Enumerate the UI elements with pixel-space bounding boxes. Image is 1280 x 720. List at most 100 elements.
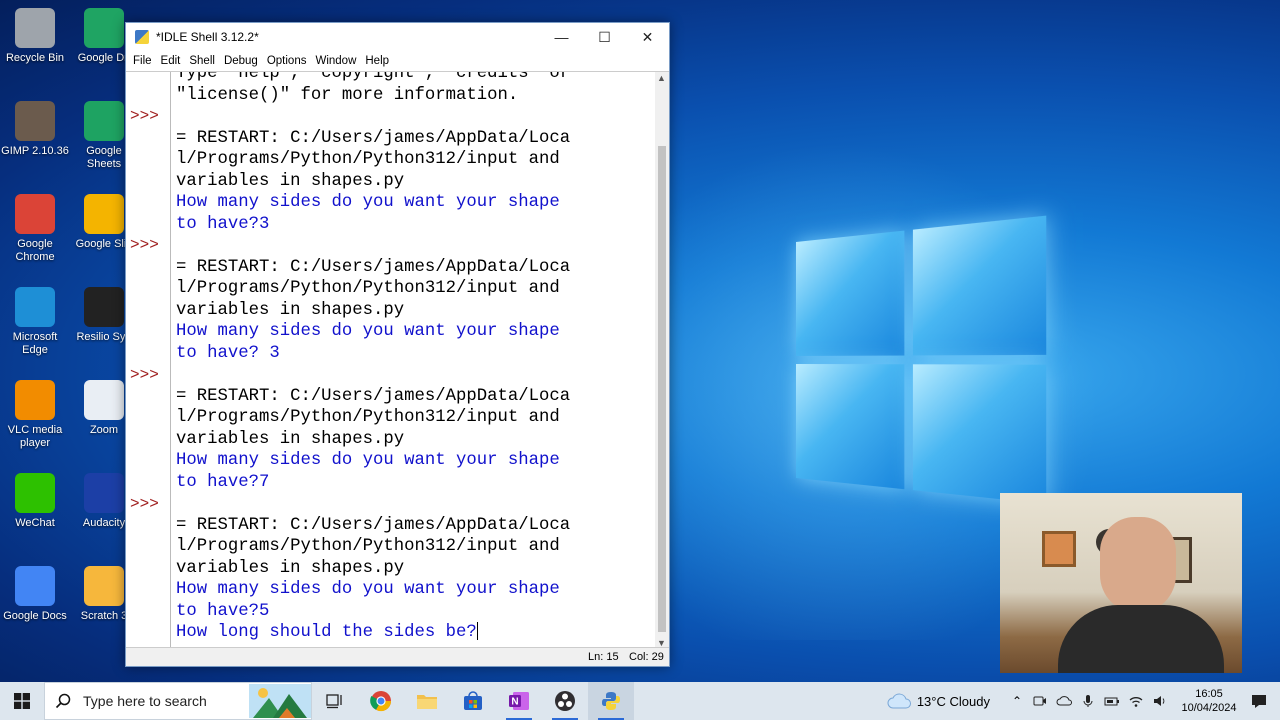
wall-picture bbox=[1042, 531, 1076, 567]
windows-start-icon bbox=[14, 693, 30, 709]
desktop-icon-label: Google Docs bbox=[3, 610, 67, 622]
shell-output-line: variables in shapes.py bbox=[176, 300, 405, 320]
notifications-icon[interactable] bbox=[1250, 692, 1268, 710]
desktop-icon-label: VLC media player bbox=[7, 424, 63, 449]
shell-output[interactable]: Type "help", "copyright", "credits" or "l… bbox=[176, 72, 654, 649]
menu-file[interactable]: File bbox=[130, 55, 158, 67]
vertical-scrollbar[interactable]: ▲ ▼ bbox=[655, 72, 669, 649]
task-view-icon bbox=[326, 694, 342, 709]
obs-icon bbox=[555, 691, 575, 711]
menu-shell[interactable]: Shell bbox=[186, 55, 221, 67]
app-shortcut-icon bbox=[15, 101, 55, 141]
shell-output-line: = RESTART: C:/Users/james/AppData/Loca bbox=[176, 128, 571, 148]
desktop-icon-label: Recycle Bin bbox=[5, 52, 65, 64]
python-icon bbox=[602, 692, 620, 710]
shell-output-line: to have?5 bbox=[176, 601, 270, 621]
shell-output-line: How many sides do you want your shape bbox=[176, 193, 560, 212]
taskbar-microsoft-store[interactable] bbox=[450, 682, 496, 720]
desktop-icon[interactable]: Google Chrome bbox=[0, 194, 71, 264]
app-shortcut-icon bbox=[84, 380, 124, 420]
presenter-body bbox=[1058, 605, 1224, 673]
prompt-gutter: >>> >>> >>> >>> bbox=[126, 72, 171, 649]
speaker-volume-icon[interactable] bbox=[1152, 693, 1168, 709]
title-bar[interactable]: *IDLE Shell 3.12.2* — ☐ ✕ bbox=[126, 23, 669, 51]
start-button[interactable] bbox=[0, 682, 44, 720]
shell-output-line: variables in shapes.py bbox=[176, 429, 405, 449]
taskbar-onenote[interactable]: N bbox=[496, 682, 542, 720]
menu-edit[interactable]: Edit bbox=[158, 55, 187, 67]
minimize-button[interactable]: — bbox=[540, 23, 583, 51]
task-view-button[interactable] bbox=[312, 682, 358, 720]
app-shortcut-icon bbox=[15, 194, 55, 234]
desktop-icon[interactable]: VLC media player bbox=[0, 380, 71, 450]
app-shortcut-icon bbox=[15, 566, 55, 606]
clock-date: 10/04/2024 bbox=[1181, 702, 1237, 714]
desktop-icon[interactable]: GIMP 2.10.36 bbox=[0, 101, 71, 158]
desktop-icon-label: Google Chrome bbox=[15, 238, 55, 263]
desktop-icon[interactable]: WeChat bbox=[0, 473, 71, 530]
desktop-icon[interactable]: Recycle Bin bbox=[0, 8, 71, 65]
close-button[interactable]: ✕ bbox=[626, 23, 669, 51]
line-number: Ln: 15 bbox=[588, 651, 619, 663]
menu-bar: File Edit Shell Debug Options Window Hel… bbox=[126, 51, 669, 71]
scroll-up-icon[interactable]: ▲ bbox=[657, 73, 666, 83]
system-tray: 13°C Cloudy ⌃ 16:05 10/04/2024 bbox=[887, 682, 1280, 720]
taskbar-chrome[interactable] bbox=[358, 682, 404, 720]
shell-output-line: How many sides do you want your shape bbox=[176, 322, 560, 341]
menu-debug[interactable]: Debug bbox=[221, 55, 264, 67]
idle-shell-window[interactable]: *IDLE Shell 3.12.2* — ☐ ✕ File Edit Shel… bbox=[125, 22, 670, 667]
chrome-icon bbox=[370, 691, 392, 712]
shell-output-line: variables in shapes.py bbox=[176, 171, 405, 191]
shell-prompt: >>> bbox=[130, 107, 159, 125]
app-shortcut-icon bbox=[15, 380, 55, 420]
shell-output-line: l/Programs/Python/Python312/input and bbox=[176, 537, 560, 556]
app-shortcut-icon bbox=[15, 8, 55, 48]
menu-options[interactable]: Options bbox=[264, 55, 313, 67]
shell-output-line: l/Programs/Python/Python312/input and bbox=[176, 279, 560, 298]
app-shortcut-icon bbox=[15, 473, 55, 513]
wifi-icon[interactable] bbox=[1128, 693, 1144, 709]
taskbar-python-idle[interactable] bbox=[588, 682, 634, 720]
menu-window[interactable]: Window bbox=[312, 55, 362, 67]
shell-editor[interactable]: >>> >>> >>> >>> Type "help", "copyright"… bbox=[126, 71, 669, 649]
webcam-overlay bbox=[1000, 493, 1242, 673]
battery-icon[interactable] bbox=[1104, 693, 1120, 709]
shell-output-line: to have?7 bbox=[176, 472, 270, 492]
scrollbar-thumb[interactable] bbox=[658, 146, 666, 632]
clock[interactable]: 16:05 10/04/2024 bbox=[1174, 687, 1244, 715]
window-title: *IDLE Shell 3.12.2* bbox=[156, 30, 259, 44]
meet-now-icon[interactable] bbox=[1032, 693, 1048, 709]
desktop-icon[interactable]: Google Docs bbox=[0, 566, 71, 623]
shell-output-line: How many sides do you want your shape bbox=[176, 451, 560, 470]
shell-output-line: Type "help", "copyright", "credits" or bbox=[176, 72, 571, 83]
taskbar-search-box[interactable]: Type here to search bbox=[44, 682, 312, 720]
search-placeholder: Type here to search bbox=[83, 693, 207, 709]
store-icon bbox=[464, 691, 482, 710]
desktop-icon[interactable]: Microsoft Edge bbox=[0, 287, 71, 357]
app-shortcut-icon bbox=[84, 194, 124, 234]
folder-icon bbox=[417, 695, 437, 709]
show-hidden-icons-chevron-icon[interactable]: ⌃ bbox=[1012, 694, 1022, 708]
menu-help[interactable]: Help bbox=[362, 55, 395, 67]
weather-cloud-icon bbox=[887, 693, 911, 709]
windows-logo-wallpaper bbox=[796, 215, 1047, 507]
app-shortcut-icon bbox=[84, 8, 124, 48]
text-cursor bbox=[476, 622, 478, 641]
shell-output-line: "license()" for more information. bbox=[176, 85, 519, 105]
desktop-icon-label: WeChat bbox=[15, 517, 55, 529]
shell-prompt: >>> bbox=[130, 366, 159, 384]
shell-prompt: >>> bbox=[130, 236, 159, 254]
onenote-icon: N bbox=[509, 692, 529, 710]
shell-output-line: = RESTART: C:/Users/james/AppData/Loca bbox=[176, 386, 571, 406]
taskbar-file-explorer[interactable] bbox=[404, 682, 450, 720]
shell-prompt: >>> bbox=[130, 495, 159, 513]
app-shortcut-icon bbox=[84, 287, 124, 327]
microphone-icon[interactable] bbox=[1080, 693, 1096, 709]
shell-output-line: = RESTART: C:/Users/james/AppData/Loca bbox=[176, 515, 571, 535]
onedrive-cloud-icon[interactable] bbox=[1056, 693, 1072, 709]
maximize-button[interactable]: ☐ bbox=[583, 23, 626, 51]
weather-text[interactable]: 13°C Cloudy bbox=[917, 694, 990, 709]
shell-output-line: l/Programs/Python/Python312/input and bbox=[176, 150, 560, 169]
taskbar-obs[interactable] bbox=[542, 682, 588, 720]
app-shortcut-icon bbox=[84, 101, 124, 141]
